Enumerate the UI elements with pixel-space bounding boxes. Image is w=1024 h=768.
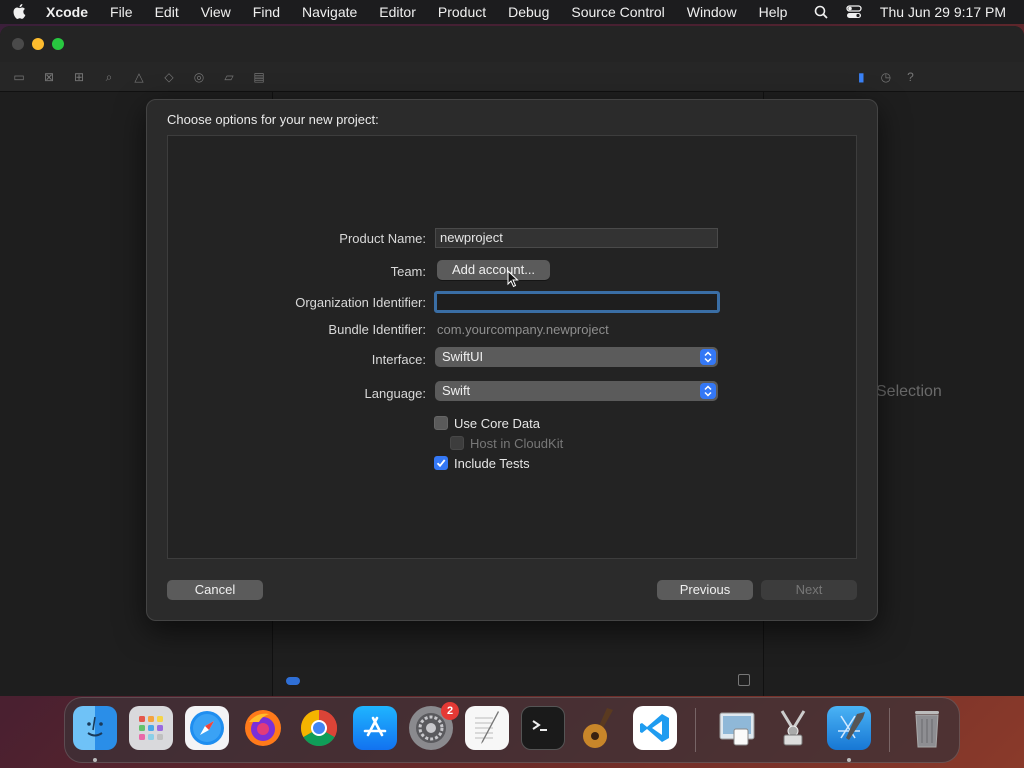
trash-icon[interactable] xyxy=(905,706,949,750)
no-selection-text: Selection xyxy=(876,383,942,400)
apple-menu-icon[interactable] xyxy=(12,4,28,20)
menu-source-control[interactable]: Source Control xyxy=(571,4,664,20)
warning-icon[interactable]: △ xyxy=(130,70,148,85)
next-button[interactable]: Next xyxy=(761,580,857,600)
menu-xcode[interactable]: Xcode xyxy=(46,4,88,20)
menu-help[interactable]: Help xyxy=(759,4,788,20)
checkmark-icon xyxy=(436,459,446,468)
firefox-icon[interactable] xyxy=(241,706,285,750)
interface-select-value: SwiftUI xyxy=(442,349,484,364)
menu-view[interactable]: View xyxy=(201,4,231,20)
console-toggle[interactable] xyxy=(286,677,300,685)
menu-product[interactable]: Product xyxy=(438,4,486,20)
vscode-icon[interactable] xyxy=(633,706,677,750)
mouse-cursor-icon xyxy=(507,269,519,291)
help-inspector-icon[interactable]: ? xyxy=(907,70,914,84)
team-label: Team: xyxy=(390,264,426,279)
chrome-icon[interactable] xyxy=(297,706,341,750)
finder-icon[interactable] xyxy=(73,706,117,750)
garageband-icon[interactable] xyxy=(577,706,621,750)
textedit-icon[interactable] xyxy=(465,706,509,750)
test-icon[interactable]: ◇ xyxy=(160,70,178,85)
close-window-button[interactable] xyxy=(12,38,24,50)
add-account-button[interactable]: Add account... xyxy=(437,260,550,280)
host-in-cloudkit-checkbox xyxy=(450,436,464,450)
chevron-updown-icon xyxy=(700,349,716,365)
language-select[interactable]: Swift xyxy=(435,381,718,401)
menu-editor[interactable]: Editor xyxy=(379,4,416,20)
inspector-tabs: ▮ ◷ ? xyxy=(858,70,914,84)
sheet-title: Choose options for your new project: xyxy=(167,112,379,127)
menu-edit[interactable]: Edit xyxy=(155,4,179,20)
dock-separator xyxy=(695,708,696,752)
source-control-icon[interactable]: ⊠ xyxy=(40,70,58,85)
org-identifier-label: Organization Identifier: xyxy=(295,295,426,310)
include-tests-checkbox[interactable] xyxy=(434,456,448,470)
xcode-running-dot xyxy=(847,758,851,762)
use-core-data-label: Use Core Data xyxy=(454,416,540,431)
breakpoint-icon[interactable]: ▱ xyxy=(220,70,238,85)
menu-window[interactable]: Window xyxy=(687,4,737,20)
minimize-window-button[interactable] xyxy=(32,38,44,50)
safari-icon[interactable] xyxy=(185,706,229,750)
menu-navigate[interactable]: Navigate xyxy=(302,4,357,20)
menu-find[interactable]: Find xyxy=(253,4,280,20)
instruments-icon[interactable] xyxy=(771,706,815,750)
window-controls xyxy=(12,38,64,50)
previous-button[interactable]: Previous xyxy=(657,580,753,600)
app-store-icon[interactable] xyxy=(353,706,397,750)
launchpad-icon[interactable] xyxy=(129,706,173,750)
debug-icon[interactable]: ◎ xyxy=(190,70,208,85)
menu-bar: Xcode File Edit View Find Navigate Edito… xyxy=(0,0,1024,24)
panel-toggle-icon[interactable] xyxy=(738,674,750,686)
product-name-label: Product Name: xyxy=(339,231,426,246)
find-icon[interactable]: ⌕ xyxy=(100,70,118,85)
control-center-icon[interactable] xyxy=(846,5,862,19)
window-toolbar xyxy=(0,26,1024,62)
interface-select[interactable]: SwiftUI xyxy=(435,347,718,367)
finder-running-dot xyxy=(93,758,97,762)
interface-label: Interface: xyxy=(371,352,426,367)
menubar-clock[interactable]: Thu Jun 29 9:17 PM xyxy=(880,4,1006,20)
use-core-data-checkbox[interactable] xyxy=(434,416,448,430)
language-select-value: Swift xyxy=(442,383,471,398)
language-label: Language: xyxy=(364,386,426,401)
cancel-button[interactable]: Cancel xyxy=(167,580,263,600)
menu-debug[interactable]: Debug xyxy=(508,4,549,20)
xcode-icon[interactable] xyxy=(827,706,871,750)
report-icon[interactable]: ▤ xyxy=(250,70,268,85)
navigator-tabs: ▭ ⊠ ⊞ ⌕ △ ◇ ◎ ▱ ▤ xyxy=(10,70,268,85)
preview-icon[interactable] xyxy=(715,706,759,750)
terminal-icon[interactable] xyxy=(521,706,565,750)
zoom-window-button[interactable] xyxy=(52,38,64,50)
file-inspector-icon[interactable]: ▮ xyxy=(858,70,865,84)
include-tests-label: Include Tests xyxy=(454,456,530,471)
symbol-icon[interactable]: ⊞ xyxy=(70,70,88,85)
host-in-cloudkit-label: Host in CloudKit xyxy=(470,436,564,451)
org-identifier-field[interactable] xyxy=(434,291,720,313)
settings-notification-badge: 2 xyxy=(441,702,459,720)
menu-file[interactable]: File xyxy=(110,4,133,20)
folder-icon[interactable]: ▭ xyxy=(10,70,28,85)
dock xyxy=(64,697,960,763)
dock-separator xyxy=(889,708,890,752)
chevron-updown-icon xyxy=(700,383,716,399)
bundle-identifier-value: com.yourcompany.newproject xyxy=(437,322,609,337)
product-name-field[interactable]: newproject xyxy=(435,228,718,248)
spotlight-search-icon[interactable] xyxy=(814,5,828,19)
history-inspector-icon[interactable]: ◷ xyxy=(881,70,891,84)
bundle-identifier-label: Bundle Identifier: xyxy=(328,322,426,337)
